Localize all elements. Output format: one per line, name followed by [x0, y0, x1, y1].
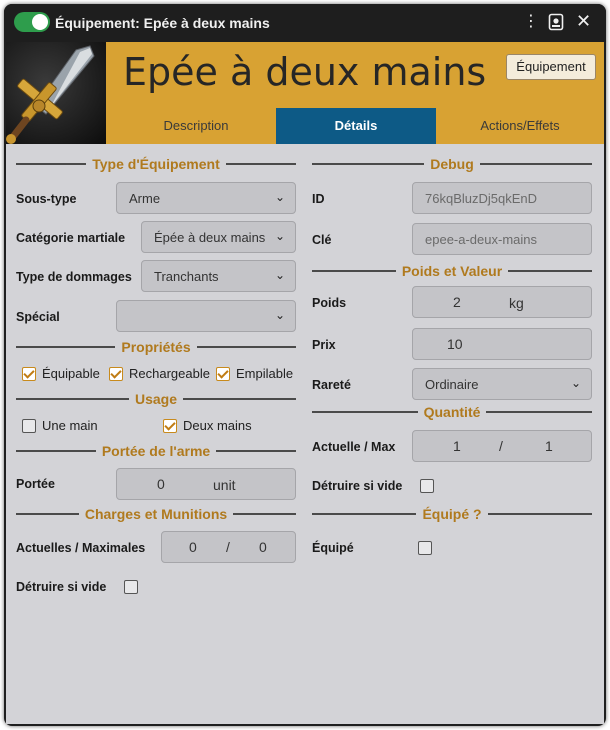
section-equipped: Équipé ? — [312, 504, 592, 524]
charges-max: 0 — [259, 539, 267, 555]
close-icon[interactable]: ✕ — [576, 12, 591, 30]
rechargeable-label: Rechargeable — [129, 366, 210, 381]
one-hand-label: Une main — [42, 418, 98, 433]
damage-type-label: Type de dommages — [16, 270, 132, 284]
rarity-value: Ordinaire — [425, 377, 479, 392]
quantity-destroy-checkbox[interactable] — [420, 479, 434, 493]
tab-actions-effects[interactable]: Actions/Effets — [436, 108, 604, 144]
rarity-select[interactable]: Ordinaire ⌄ — [412, 368, 592, 400]
section-weight-value: Poids et Valeur — [312, 261, 592, 281]
key-label: Clé — [312, 233, 332, 247]
toggle-knob — [32, 14, 48, 30]
damage-type-value: Tranchants — [154, 269, 219, 284]
section-title: Quantité — [423, 404, 481, 420]
chevron-down-icon: ⌄ — [274, 308, 285, 322]
id-value: 76kqBluzDj5qkEnD — [425, 191, 538, 206]
range-value: 0 — [157, 476, 165, 492]
price-field[interactable]: 10 — [412, 328, 592, 360]
stackable-checkbox[interactable] — [216, 367, 230, 381]
section-title: Charges et Munitions — [84, 506, 228, 522]
window-titlebar[interactable]: Équipement: Epée à deux mains ⋮ ✕ — [4, 4, 606, 42]
sheet-header: Epée à deux mains Équipement Description… — [6, 42, 604, 144]
range-label: Portée — [16, 477, 55, 491]
special-label: Spécial — [16, 310, 60, 324]
section-equipment-type: Type d'Équipement — [16, 154, 296, 174]
destroy-if-empty-checkbox[interactable] — [124, 580, 138, 594]
quantity-max: 1 — [545, 438, 553, 454]
charges-field[interactable]: 0 / 0 — [161, 531, 296, 563]
chevron-down-icon: ⌄ — [570, 376, 581, 390]
damage-type-select[interactable]: Tranchants ⌄ — [141, 260, 296, 292]
id-field[interactable]: 76kqBluzDj5qkEnD — [412, 182, 592, 214]
charges-label: Actuelles / Maximales — [16, 541, 146, 555]
weight-value: 2 — [453, 294, 461, 310]
equipable-checkbox[interactable] — [22, 367, 36, 381]
section-title: Équipé ? — [422, 506, 482, 522]
section-quantity: Quantité — [312, 402, 592, 422]
sheet-config-svg — [548, 13, 564, 31]
destroy-if-empty-label: Détruire si vide — [16, 580, 107, 594]
rarity-label: Rareté — [312, 378, 351, 392]
section-properties: Propriétés — [16, 337, 296, 357]
item-sheet-window: Équipement: Epée à deux mains ⋮ ✕ Epée à… — [4, 4, 606, 726]
range-unit: unit — [213, 477, 236, 493]
tab-description[interactable]: Description — [116, 108, 276, 144]
key-field[interactable]: epee-a-deux-mains — [412, 223, 592, 255]
item-sheet: Epée à deux mains Équipement Description… — [6, 42, 604, 724]
section-usage: Usage — [16, 389, 296, 409]
subtype-select[interactable]: Arme ⌄ — [116, 182, 296, 214]
section-charges: Charges et Munitions — [16, 504, 297, 524]
weight-unit: kg — [509, 295, 524, 311]
weight-label: Poids — [312, 296, 347, 310]
two-hands-checkbox[interactable] — [163, 419, 177, 433]
quantity-label: Actuelle / Max — [312, 440, 396, 454]
charges-separator: / — [226, 539, 230, 555]
key-value: epee-a-deux-mains — [425, 232, 538, 247]
martial-category-select[interactable]: Épée à deux mains ⌄ — [141, 221, 296, 253]
price-value: 10 — [447, 336, 463, 352]
two-hands-label: Deux mains — [183, 418, 252, 433]
equipped-label: Équipé — [312, 541, 354, 555]
price-label: Prix — [312, 338, 336, 352]
quantity-destroy-label: Détruire si vide — [312, 479, 403, 493]
window-title: Équipement: Epée à deux mains — [55, 15, 270, 31]
item-type-badge[interactable]: Équipement — [506, 54, 596, 80]
quantity-current: 1 — [453, 438, 461, 454]
tab-details[interactable]: Détails — [276, 108, 436, 144]
rechargeable-checkbox[interactable] — [109, 367, 123, 381]
id-label: ID — [312, 192, 325, 206]
charges-current: 0 — [189, 539, 197, 555]
equipable-label: Équipable — [42, 366, 100, 381]
section-weapon-range: Portée de l'arme — [16, 441, 297, 461]
one-hand-checkbox[interactable] — [22, 419, 36, 433]
toggle-switch[interactable] — [14, 12, 50, 32]
weight-field[interactable]: 2 kg — [412, 286, 592, 318]
quantity-field[interactable]: 1 / 1 — [412, 430, 592, 462]
section-title: Debug — [430, 156, 474, 172]
section-title: Usage — [134, 391, 178, 407]
sword-icon — [6, 45, 95, 144]
range-field[interactable]: 0 unit — [116, 468, 296, 500]
subtype-label: Sous-type — [16, 192, 77, 206]
item-name[interactable]: Epée à deux mains — [123, 50, 486, 94]
sword-portrait[interactable] — [6, 42, 106, 144]
kebab-menu-icon[interactable]: ⋮ — [523, 14, 539, 30]
section-title: Type d'Équipement — [92, 156, 220, 172]
section-title: Poids et Valeur — [401, 263, 503, 279]
sheet-config-icon[interactable] — [548, 13, 564, 35]
stackable-label: Empilable — [236, 366, 294, 381]
section-title: Portée de l'arme — [101, 443, 211, 459]
quantity-separator: / — [499, 438, 503, 454]
martial-category-label: Catégorie martiale — [16, 231, 126, 245]
details-panel: Type d'Équipement Sous-type Arme ⌄ Catég… — [6, 144, 604, 724]
chevron-down-icon: ⌄ — [274, 268, 285, 282]
chevron-down-icon: ⌄ — [274, 229, 285, 243]
section-title: Propriétés — [121, 339, 191, 355]
equipped-checkbox[interactable] — [418, 541, 432, 555]
martial-category-value: Épée à deux mains — [154, 230, 266, 245]
special-select[interactable]: ⌄ — [116, 300, 296, 332]
subtype-value: Arme — [129, 191, 161, 206]
chevron-down-icon: ⌄ — [274, 190, 285, 204]
section-debug: Debug — [312, 154, 592, 174]
